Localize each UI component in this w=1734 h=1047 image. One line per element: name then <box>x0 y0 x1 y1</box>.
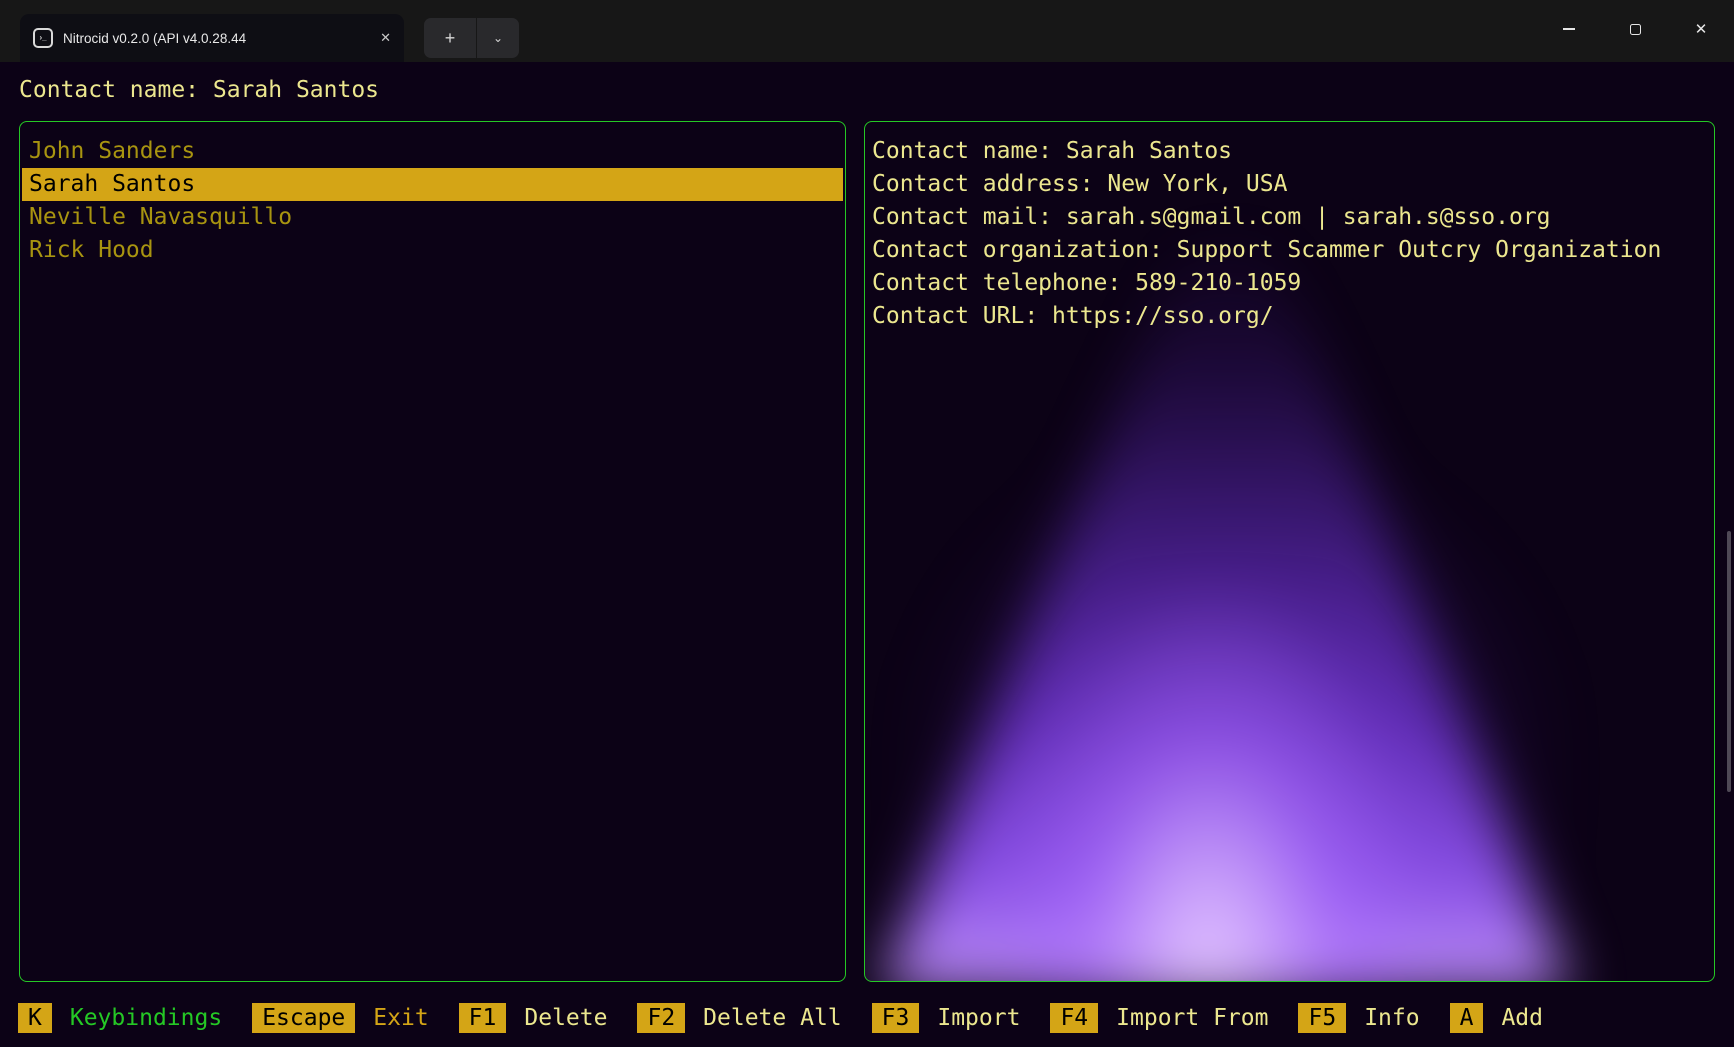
terminal-screen: Contact name: Sarah Santos John Sanders … <box>0 62 1734 1047</box>
contact-detail-line: Contact organization: Support Scammer Ou… <box>865 234 1714 267</box>
key-badge: F2 <box>637 1003 685 1033</box>
key-badge: Escape <box>252 1003 355 1033</box>
key-label: Add <box>1501 1003 1543 1033</box>
contact-name-header: Contact name: Sarah Santos <box>19 74 379 107</box>
keybinding-delete-all[interactable]: F2 Delete All <box>637 1003 871 1033</box>
key-badge: A <box>1450 1003 1484 1033</box>
keybinding-import[interactable]: F3 Import <box>872 1003 1051 1033</box>
keybinding-keybindings[interactable]: K Keybindings <box>18 1003 252 1033</box>
contact-list: John Sanders Sarah Santos Neville Navasq… <box>20 122 845 267</box>
key-label: Delete All <box>703 1003 841 1033</box>
keybinding-exit[interactable]: Escape Exit <box>252 1003 458 1033</box>
contact-detail-line: Contact mail: sarah.s@gmail.com | sarah.… <box>865 201 1714 234</box>
key-label: Import From <box>1116 1003 1268 1033</box>
contact-detail-line: Contact address: New York, USA <box>865 168 1714 201</box>
contact-list-item-selected[interactable]: Sarah Santos <box>22 168 843 201</box>
maximize-icon <box>1630 24 1641 35</box>
key-badge: F1 <box>459 1003 507 1033</box>
key-label: Import <box>937 1003 1020 1033</box>
tab-title: Nitrocid v0.2.0 (API v4.0.28.44 <box>63 31 374 46</box>
contact-detail-line: Contact URL: https://sso.org/ <box>865 300 1714 333</box>
contact-details-panel: Contact name: Sarah Santos Contact addre… <box>864 121 1715 982</box>
contact-details: Contact name: Sarah Santos Contact addre… <box>865 122 1714 333</box>
new-tab-group: + ⌄ <box>424 18 519 58</box>
terminal-tab[interactable]: ›_ Nitrocid v0.2.0 (API v4.0.28.44 ✕ <box>20 14 404 62</box>
key-label: Exit <box>373 1003 428 1033</box>
new-tab-button[interactable]: + <box>424 18 476 58</box>
keybinding-info[interactable]: F5 Info <box>1298 1003 1449 1033</box>
key-badge: F3 <box>872 1003 920 1033</box>
tab-dropdown-button[interactable]: ⌄ <box>477 18 519 58</box>
contact-list-item[interactable]: John Sanders <box>22 135 843 168</box>
keybinding-delete[interactable]: F1 Delete <box>459 1003 638 1033</box>
close-icon: ✕ <box>1695 20 1708 38</box>
contact-detail-line: Contact telephone: 589-210-1059 <box>865 267 1714 300</box>
key-label: Delete <box>524 1003 607 1033</box>
contact-detail-line: Contact name: Sarah Santos <box>865 135 1714 168</box>
contact-list-item[interactable]: Rick Hood <box>22 234 843 267</box>
contact-list-item[interactable]: Neville Navasquillo <box>22 201 843 234</box>
contact-list-panel: John Sanders Sarah Santos Neville Navasq… <box>19 121 846 982</box>
minimize-button[interactable] <box>1536 0 1602 58</box>
keybindings-bar: K Keybindings Escape Exit F1 Delete F2 D… <box>18 1002 1573 1033</box>
scrollbar[interactable] <box>1727 531 1731 792</box>
minimize-icon <box>1563 28 1575 30</box>
window-controls: ✕ <box>1536 0 1734 58</box>
key-badge: K <box>18 1003 52 1033</box>
close-button[interactable]: ✕ <box>1668 0 1734 58</box>
key-label: Keybindings <box>70 1003 222 1033</box>
glow-core <box>985 582 1415 982</box>
glow-ambient <box>905 362 1565 982</box>
titlebar: ›_ Nitrocid v0.2.0 (API v4.0.28.44 ✕ + ⌄… <box>0 0 1734 62</box>
glow-cone <box>880 232 1570 982</box>
tab-close-icon[interactable]: ✕ <box>380 30 391 46</box>
terminal-icon: ›_ <box>33 28 53 48</box>
maximize-button[interactable] <box>1602 0 1668 58</box>
key-badge: F4 <box>1050 1003 1098 1033</box>
key-label: Info <box>1364 1003 1419 1033</box>
keybinding-add[interactable]: A Add <box>1450 1003 1573 1033</box>
key-badge: F5 <box>1298 1003 1346 1033</box>
keybinding-import-from[interactable]: F4 Import From <box>1050 1003 1298 1033</box>
